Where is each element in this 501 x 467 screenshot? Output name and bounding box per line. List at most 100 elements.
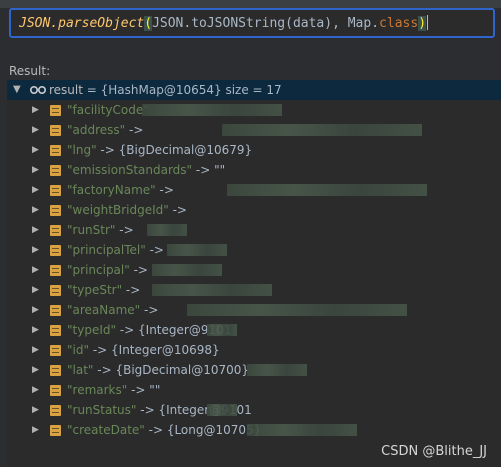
redacted-value [152,284,272,296]
expand-arrow-icon[interactable]: ▼ [13,80,21,100]
map-entry-icon [50,125,61,136]
expand-arrow-icon[interactable]: ▶ [32,400,39,420]
entry-key: "areaName" [67,303,141,317]
expand-arrow-icon[interactable]: ▶ [32,360,39,380]
entry-key: "facilityCode" [67,103,149,117]
map-entry-icon [50,425,61,436]
tree-entry-row[interactable]: ▶ "facilityCode" [7,100,501,120]
entry-key: "createDate" [67,423,145,437]
expand-arrow-icon[interactable]: ▶ [32,100,39,120]
expand-arrow-icon[interactable]: ▶ [32,280,39,300]
expr-class-keyword: class [379,16,419,31]
watch-glasses-icon [30,86,46,94]
map-entry-icon [50,285,61,296]
expand-arrow-icon[interactable]: ▶ [32,160,39,180]
tree-entry-row[interactable]: ▶ "createDate" -> {Long@10705} [7,420,501,440]
entry-key: "runStatus" [67,403,137,417]
entry-key: "principal" [67,263,130,277]
map-entry-icon [50,345,61,356]
expand-arrow-icon[interactable]: ▶ [32,420,39,440]
map-entry-icon [50,305,61,316]
root-label: result = {HashMap@10654} size = 17 [49,83,282,97]
tree-entry-row[interactable]: ▶ "emissionStandards" -> "" [7,160,501,180]
tree-entry-row[interactable]: ▶ "lat" -> {BigDecimal@10700} [7,360,501,380]
entry-label: "factoryName" -> [67,180,174,200]
tree-root-row[interactable]: ▼ result = {HashMap@10654} size = 17 [7,80,501,100]
entry-key: "typeId" [67,323,117,337]
expand-arrow-icon[interactable]: ▶ [32,200,39,220]
entry-label: "lat" -> {BigDecimal@10700} [67,360,249,380]
entry-label: "principal" -> [67,260,148,280]
expand-arrow-icon[interactable]: ▶ [32,320,39,340]
entry-label: "principalTel" -> [67,240,164,260]
expand-arrow-icon[interactable]: ▶ [32,380,39,400]
map-entry-icon [50,385,61,396]
tree-entry-row[interactable]: ▶ "principal" -> [7,260,501,280]
redacted-value [187,304,407,316]
map-entry-icon [50,265,61,276]
result-label: Result: [9,64,51,78]
expand-arrow-icon[interactable]: ▶ [32,240,39,260]
tree-entry-row[interactable]: ▶ "lng" -> {BigDecimal@10679} [7,140,501,160]
expand-arrow-icon[interactable]: ▶ [32,340,39,360]
redacted-value [247,424,357,436]
entry-value: -> [140,303,159,317]
tree-entry-row[interactable]: ▶ "id" -> {Integer@10698} [7,340,501,360]
expr-args: JSON.toJSONString(data), Map. [152,16,380,31]
entry-label: "areaName" -> [67,300,158,320]
entry-value: -> {Integer@10698} [89,343,220,357]
entry-value: -> {BigDecimal@10679} [96,143,253,157]
map-entry-icon [50,245,61,256]
entry-value: -> [168,203,187,217]
redacted-value [247,364,307,376]
map-entry-icon [50,405,61,416]
entry-value: -> [145,243,164,257]
redacted-value [142,104,282,116]
entry-key: "weightBridgeId" [67,203,169,217]
entry-key: "principalTel" [67,243,146,257]
entry-label: "id" -> {Integer@10698} [67,340,220,360]
tree-entry-row[interactable]: ▶ "runStr" -> [7,220,501,240]
entry-key: "address" [67,123,126,137]
watermark: CSDN @Blithe_JJ [381,444,487,459]
tree-entry-row[interactable]: ▶ "runStatus" -> {Integer@9101 [7,400,501,420]
expand-arrow-icon[interactable]: ▶ [32,300,39,320]
entry-key: "remarks" [67,383,128,397]
tree-entry-row[interactable]: ▶ "remarks" -> "" [7,380,501,400]
text-caret [427,15,429,30]
map-entry-icon [50,165,61,176]
expr-method: JSON.parseObject [19,16,145,31]
entry-label: "runStr" -> [67,220,134,240]
expand-arrow-icon[interactable]: ▶ [32,120,39,140]
tree-entry-row[interactable]: ▶ "areaName" -> [7,300,501,320]
tree-entry-row[interactable]: ▶ "weightBridgeId" -> [7,200,501,220]
tree-entry-row[interactable]: ▶ "principalTel" -> [7,240,501,260]
map-entry-icon [50,225,61,236]
expr-close-paren: ) [418,16,427,31]
entry-value: -> [129,263,148,277]
redacted-value [207,324,237,336]
expand-arrow-icon[interactable]: ▶ [32,180,39,200]
redacted-value [167,244,227,256]
expand-arrow-icon[interactable]: ▶ [32,220,39,240]
tree-entry-row[interactable]: ▶ "factoryName" -> [7,180,501,200]
map-entry-icon [50,105,61,116]
entry-key: "emissionStandards" [67,163,193,177]
entry-value: -> [155,183,174,197]
redacted-value [222,124,422,136]
entry-label: "remarks" -> "" [67,380,160,400]
tree-entry-row[interactable]: ▶ "address" -> [7,120,501,140]
expand-arrow-icon[interactable]: ▶ [32,140,39,160]
entry-label: "typeStr" -> [67,280,140,300]
entry-key: "typeStr" [67,283,123,297]
tree-entry-row[interactable]: ▶ "typeId" -> {Integer@9101 [7,320,501,340]
entry-label: "createDate" -> {Long@10705} [67,420,261,440]
map-entry-icon [50,205,61,216]
entry-value: -> "" [127,383,161,397]
entry-label: "lng" -> {BigDecimal@10679} [67,140,252,160]
expand-arrow-icon[interactable]: ▶ [32,260,39,280]
expression-input[interactable]: JSON.parseObject(JSON.toJSONString(data)… [9,8,495,38]
map-entry-icon [50,325,61,336]
result-tree[interactable]: ▼ result = {HashMap@10654} size = 17 ▶ "f… [7,80,501,467]
tree-entry-row[interactable]: ▶ "typeStr" -> [7,280,501,300]
